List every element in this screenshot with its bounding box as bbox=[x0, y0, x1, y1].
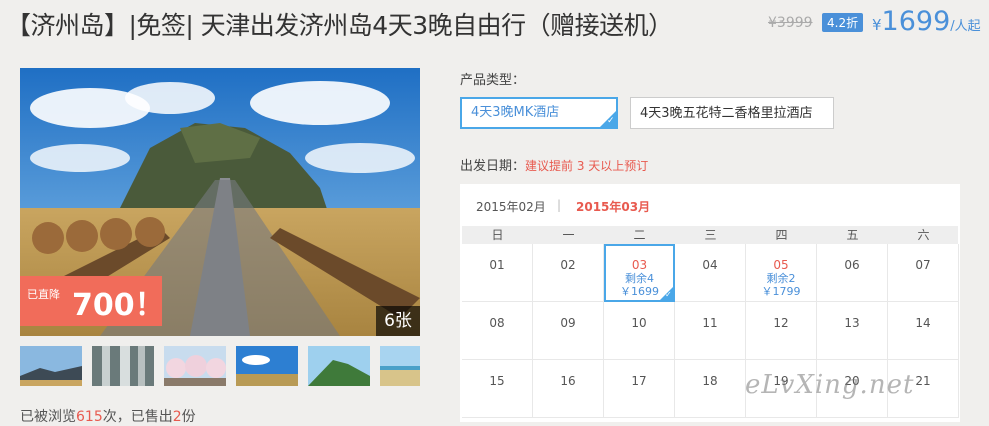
product-option-mk-hotel[interactable]: 4天3晚MK酒店 ✓ bbox=[460, 97, 618, 129]
price-currency: ¥ bbox=[872, 16, 882, 34]
discount-badge: 4.2折 bbox=[822, 13, 864, 32]
calendar-day-13[interactable]: 13 bbox=[817, 302, 888, 360]
day-number: 02 bbox=[560, 258, 576, 272]
original-price: ¥3999 bbox=[768, 15, 813, 31]
month-tab-current[interactable]: 2015年03月 bbox=[576, 198, 650, 215]
calendar-day-07[interactable]: 07 bbox=[888, 244, 959, 302]
day-number: 14 bbox=[915, 316, 931, 330]
day-number: 08 bbox=[489, 316, 505, 330]
day-number: 03 bbox=[631, 258, 648, 272]
calendar-day-06[interactable]: 06 bbox=[817, 244, 888, 302]
day-number: 18 bbox=[702, 374, 718, 388]
check-icon: ✓ bbox=[660, 287, 673, 300]
calendar-day-10[interactable]: 10 bbox=[604, 302, 675, 360]
view-count: 615 bbox=[76, 409, 103, 425]
calendar-day-15[interactable]: 15 bbox=[462, 360, 533, 418]
day-number: 05 bbox=[773, 258, 789, 272]
watermark: eLvXing.net bbox=[745, 370, 915, 400]
day-number: 17 bbox=[631, 374, 647, 388]
header: 【济州岛】|免签| 天津出发济州岛4天3晚自由行（赠接送机） ¥3999 4.2… bbox=[0, 0, 989, 50]
calendar-day-09[interactable]: 09 bbox=[533, 302, 604, 360]
calendar-day-04[interactable]: 04 bbox=[675, 244, 746, 302]
thumbnail[interactable] bbox=[92, 346, 154, 386]
weekday-label: 三 bbox=[704, 228, 717, 242]
day-stock: 剩余2 bbox=[766, 272, 796, 285]
calendar-day-11[interactable]: 11 bbox=[675, 302, 746, 360]
thumbnail[interactable] bbox=[20, 346, 82, 386]
calendar-day-02[interactable]: 02 bbox=[533, 244, 604, 302]
calendar-day-08[interactable]: 08 bbox=[462, 302, 533, 360]
weekday-label: 六 bbox=[917, 228, 930, 242]
price-drop-label: 已直降 bbox=[27, 288, 60, 301]
day-number: 13 bbox=[844, 316, 860, 330]
weekday-label: 日 bbox=[491, 228, 504, 242]
day-number: 16 bbox=[560, 374, 576, 388]
calendar-day-12[interactable]: 12 bbox=[746, 302, 817, 360]
day-number: 11 bbox=[702, 316, 718, 330]
calendar-day-01[interactable]: 01 bbox=[462, 244, 533, 302]
thumbnail[interactable] bbox=[308, 346, 370, 386]
product-title: 【济州岛】|免签| 天津出发济州岛4天3晚自由行（赠接送机） bbox=[6, 11, 673, 40]
price-drop-amount: 700！ bbox=[72, 288, 165, 323]
booking-note: 建议提前 3 天以上预订 bbox=[525, 159, 649, 173]
weekday-label: 五 bbox=[846, 228, 859, 242]
price-drop-badge: 已直降 700！ bbox=[20, 276, 165, 326]
current-price: ¥1699/人起 bbox=[872, 6, 981, 37]
weekday-header: 日一二三四五六 bbox=[462, 226, 958, 244]
weekday-label: 四 bbox=[775, 228, 788, 242]
weekday-label: 一 bbox=[562, 228, 575, 242]
view-stats: 已被浏览615次，已售出2份 bbox=[20, 409, 196, 425]
day-number: 15 bbox=[489, 374, 505, 388]
day-number: 01 bbox=[489, 258, 505, 272]
thumbnail-strip bbox=[20, 346, 420, 386]
month-separator: | bbox=[557, 198, 562, 212]
weekday-label: 二 bbox=[633, 228, 646, 242]
day-number: 12 bbox=[773, 316, 789, 330]
check-icon: ✓ bbox=[600, 111, 616, 127]
calendar-day-14[interactable]: 14 bbox=[888, 302, 959, 360]
day-number: 07 bbox=[915, 258, 931, 272]
price-unit: /人起 bbox=[950, 19, 981, 34]
thumbnail[interactable] bbox=[380, 346, 420, 386]
day-number: 09 bbox=[560, 316, 576, 330]
calendar-day-17[interactable]: 17 bbox=[604, 360, 675, 418]
calendar-day-03[interactable]: 03 剩余4 ￥1699 ✓ bbox=[604, 244, 675, 302]
sold-count: 2 bbox=[172, 409, 182, 425]
departure-date-label: 出发日期：建议提前 3 天以上预订 bbox=[460, 159, 649, 174]
day-number: 06 bbox=[844, 258, 860, 272]
thumbnail[interactable] bbox=[236, 346, 298, 386]
price-value: 1699 bbox=[881, 6, 951, 37]
calendar-day-16[interactable]: 16 bbox=[533, 360, 604, 418]
day-stock: 剩余4 bbox=[625, 272, 654, 285]
product-type-label: 产品类型： bbox=[460, 73, 526, 88]
thumbnail[interactable] bbox=[164, 346, 226, 386]
photo-count-badge[interactable]: 6张 bbox=[376, 306, 420, 336]
calendar-day-05[interactable]: 05 剩余2 ￥1799 bbox=[746, 244, 817, 302]
day-number: 04 bbox=[702, 258, 718, 272]
month-tabs: 2015年02月 | 2015年03月 bbox=[460, 184, 960, 226]
day-number: 10 bbox=[631, 316, 647, 330]
product-option-shangri-la[interactable]: 4天3晚五花特二香格里拉酒店 bbox=[630, 97, 834, 129]
month-tab-prev[interactable]: 2015年02月 bbox=[476, 198, 546, 215]
day-price: ￥1799 bbox=[761, 285, 801, 298]
calendar-day-18[interactable]: 18 bbox=[675, 360, 746, 418]
